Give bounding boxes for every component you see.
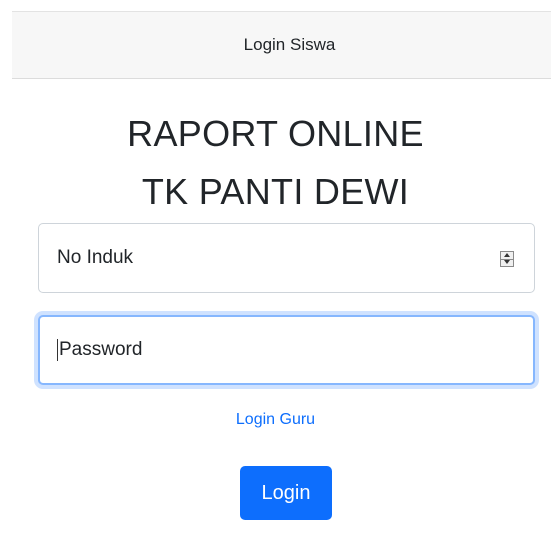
- header-bar: Login Siswa: [12, 11, 551, 79]
- text-caret: [57, 339, 58, 361]
- page-title-line2: TK PANTI DEWI: [141, 171, 410, 212]
- page-title-line1: RAPORT ONLINE: [127, 113, 424, 154]
- no-induk-input[interactable]: No Induk: [38, 223, 535, 293]
- no-induk-placeholder: No Induk: [57, 247, 134, 268]
- login-guru-link[interactable]: Login Guru: [0, 411, 551, 429]
- number-spinner-icon[interactable]: [500, 251, 514, 267]
- login-button[interactable]: Login: [240, 466, 332, 520]
- password-placeholder: Password: [59, 339, 143, 360]
- password-input[interactable]: Password: [38, 315, 535, 385]
- header-title: Login Siswa: [243, 35, 336, 54]
- login-page: Login Siswa RAPORT ONLINE TK PANTI DEWI …: [0, 0, 551, 540]
- spinner-down-icon[interactable]: [501, 259, 513, 266]
